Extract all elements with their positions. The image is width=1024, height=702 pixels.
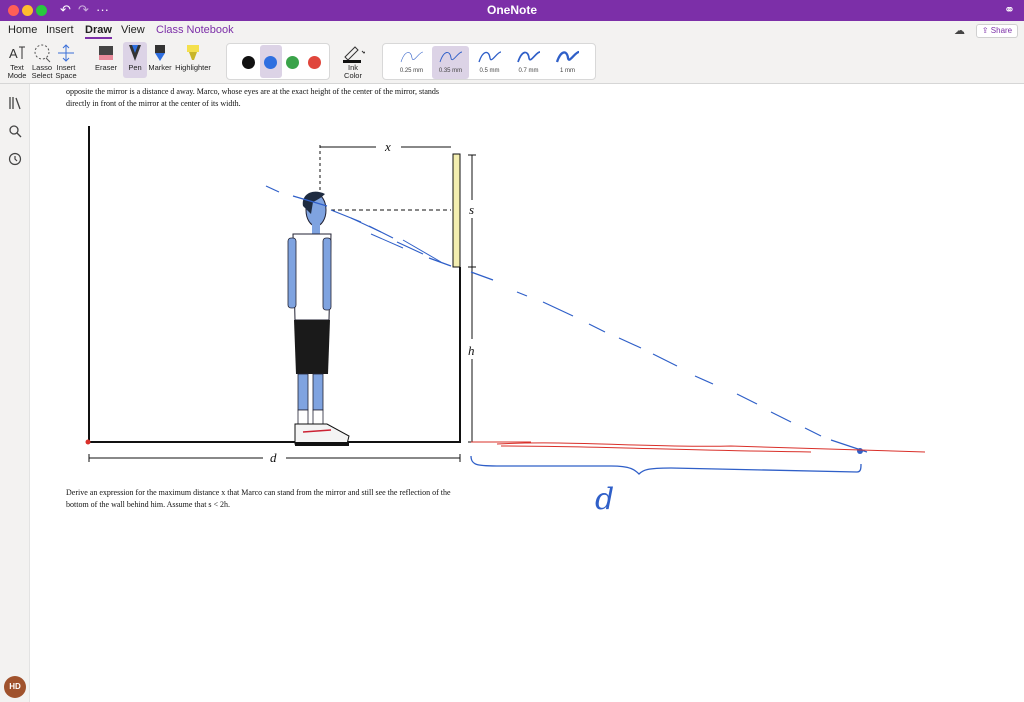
link-icon[interactable]: ⚭ [1004, 2, 1015, 18]
ink-endpoint-dot [857, 448, 863, 454]
pen-size-05[interactable]: 0.5 mm [471, 46, 508, 79]
avatar[interactable]: HD [4, 676, 26, 698]
tab-home[interactable]: Home [8, 24, 37, 36]
highlighter-icon [187, 45, 199, 60]
problem-question: Derive an expression for the maximum dis… [66, 488, 451, 509]
ink-color-icon [343, 46, 365, 63]
mirror [452, 153, 461, 268]
recent-clock-icon[interactable] [8, 152, 22, 166]
color-swatch-blue[interactable] [264, 56, 277, 69]
pen-size-1[interactable]: 1 mm [549, 46, 586, 79]
stroke-sample-icon [477, 51, 501, 63]
stroke-sample-icon [439, 51, 462, 63]
label-h: h [468, 343, 475, 358]
label-s: s [469, 202, 474, 217]
insert-space-button[interactable]: Insert Space [54, 43, 78, 80]
ink-handwritten-d: d [595, 482, 614, 517]
app-title: OneNote [486, 3, 537, 17]
ink-brace-d [470, 455, 862, 475]
ink-ray-extra [350, 217, 442, 263]
title-bar: ↶ ↷ ··· OneNote ⚭ [0, 0, 1024, 21]
tab-view[interactable]: View [121, 24, 145, 36]
ink-red-floor-line [471, 441, 926, 453]
ink-red-dot [85, 439, 91, 445]
ink-ray-reflected [470, 271, 868, 453]
pen-button[interactable]: Pen [123, 42, 147, 78]
pen-size-035[interactable]: 0.35 mm [432, 46, 469, 79]
eraser-button[interactable]: Eraser [92, 43, 120, 72]
marker-button[interactable]: Marker [148, 43, 172, 72]
left-sidebar: HD [0, 84, 30, 702]
eraser-icon [99, 46, 113, 60]
pen-size-group: 0.25 mm 0.35 mm 0.5 mm 0.7 mm 1 mm [382, 43, 596, 80]
color-swatch-black[interactable] [242, 56, 255, 69]
label-d: d [270, 450, 277, 465]
color-palette [226, 43, 330, 80]
highlighter-button[interactable]: Highlighter [174, 43, 212, 72]
tab-class-notebook[interactable]: Class Notebook [156, 24, 234, 36]
stroke-sample-icon [516, 51, 540, 63]
ribbon-tabs: Home Insert Draw View Class Notebook ☁ [0, 21, 1024, 40]
stroke-sample-icon [555, 50, 579, 63]
ink-color-button[interactable]: Ink Color [338, 43, 368, 80]
stroke-sample-icon [400, 51, 423, 63]
page-canvas[interactable]: opposite the mirror is a distance d away… [31, 84, 1024, 702]
pen-size-025[interactable]: 0.25 mm [393, 46, 430, 79]
share-button[interactable]: ⇪ Share [976, 24, 1018, 38]
pen-icon [129, 45, 141, 61]
text-mode-button[interactable]: A Text Mode [5, 43, 29, 80]
marker-icon [155, 45, 165, 61]
svg-text:A: A [9, 46, 18, 61]
insert-space-icon [58, 44, 74, 62]
share-icon: ⇪ [981, 26, 991, 35]
sync-icon[interactable]: ☁ [954, 24, 965, 37]
search-icon[interactable] [8, 124, 22, 138]
notebooks-icon[interactable] [8, 96, 22, 110]
tab-draw[interactable]: Draw [85, 24, 112, 39]
mirror-diagram: x s h d d [85, 126, 926, 517]
lasso-select-button[interactable]: Lasso Select [30, 43, 54, 80]
lasso-icon [34, 44, 51, 63]
tab-insert[interactable]: Insert [46, 24, 74, 36]
draw-ribbon: A Text Mode Lasso Select Insert Space Erase… [0, 40, 1024, 84]
label-x: x [384, 139, 391, 154]
problem-text-top: opposite the mirror is a distance d away… [66, 87, 440, 108]
text-mode-icon: A [9, 46, 25, 61]
color-swatch-red[interactable] [308, 56, 321, 69]
person-marco [287, 191, 350, 446]
pen-size-07[interactable]: 0.7 mm [510, 46, 547, 79]
color-swatch-green[interactable] [286, 56, 299, 69]
